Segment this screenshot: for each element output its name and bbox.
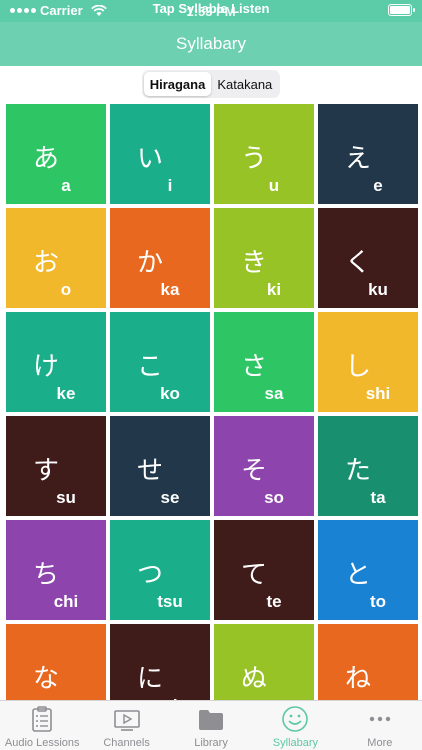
tile-kana: て [240, 560, 267, 590]
tile-kana: ぬ [240, 664, 267, 694]
folder-icon [199, 710, 224, 730]
tile-romaji: ta [370, 488, 386, 507]
tile-romaji: so [264, 488, 284, 507]
navigation-bar: Syllabary [0, 22, 422, 66]
status-center: Tap Syllable Listen 1:53 PM [0, 1, 422, 19]
syllable-tile[interactable]: つ tsu [110, 520, 210, 620]
tile-kana: し [344, 352, 371, 382]
tile-kana: う [240, 144, 267, 174]
tile-kana: た [344, 456, 371, 486]
tile-kana: い [136, 144, 163, 174]
tile-kana: お [32, 248, 59, 278]
syllable-tile[interactable]: さ sa [214, 312, 314, 412]
tile-kana: こ [136, 352, 163, 382]
tab-more[interactable]: More [338, 701, 422, 750]
tab-channels[interactable]: Channels [84, 701, 168, 750]
tile-romaji: i [167, 176, 173, 195]
tile-romaji: su [56, 488, 76, 507]
tile-kana: に [136, 664, 163, 694]
page-title: Syllabary [176, 34, 246, 53]
syllable-tile[interactable]: にni [110, 624, 210, 700]
syllable-tile[interactable]: し shi [318, 312, 418, 412]
script-segmented-control-wrap: Hiragana Katakana [0, 70, 422, 102]
tile-kana: え [344, 144, 371, 174]
tab-syllabary[interactable]: Syllabary [253, 701, 337, 750]
syllable-tile[interactable]: き ki [214, 208, 314, 308]
tile-romaji: ko [160, 384, 180, 403]
tab-library[interactable]: Library [169, 701, 253, 750]
tile-kana: く [344, 248, 371, 278]
syllable-tile[interactable]: け ke [6, 312, 106, 412]
tab-bar: Audio Lessions Channels Library Syllabar… [0, 700, 422, 750]
tile-romaji: ke [56, 384, 76, 403]
tile-romaji: chi [53, 592, 79, 611]
tile-kana: ね [344, 664, 371, 694]
tile-romaji: a [61, 176, 71, 195]
script-segmented-control: Hiragana Katakana [141, 70, 281, 98]
tile-romaji: ka [160, 280, 180, 299]
tile-kana: せ [136, 456, 163, 486]
segment-hiragana[interactable]: Hiragana [143, 72, 212, 96]
tile-kana: な [32, 664, 59, 694]
syllable-tile[interactable]: す su [6, 416, 106, 516]
tile-romaji: e [373, 176, 383, 195]
syllable-grid: あ a い i う u え e お o か ka き ki く ku け ke こ ko さ sa し shi す su せ se そ s… [0, 104, 422, 700]
syllable-tile[interactable]: て te [214, 520, 314, 620]
syllable-tile[interactable]: ぬnu [214, 624, 314, 700]
video-icon [113, 710, 140, 731]
battery-icon [388, 4, 415, 16]
tile-kana: つ [136, 560, 163, 590]
more-dots-icon [369, 716, 391, 722]
tab-label: Syllabary [272, 737, 319, 749]
tab-label: Audio Lessions [4, 737, 80, 749]
syllable-tile[interactable]: せ se [110, 416, 210, 516]
syllable-tile[interactable]: そ so [214, 416, 314, 516]
tile-kana: ち [32, 560, 59, 590]
tab-label: More [367, 737, 393, 749]
tile-romaji: ki [266, 280, 282, 299]
tile-romaji: ku [368, 280, 388, 299]
syllable-tile[interactable]: ち chi [6, 520, 106, 620]
smiley-icon [282, 706, 309, 732]
tile-romaji: te [266, 592, 282, 611]
tile-kana: す [32, 456, 59, 486]
syllable-tile[interactable]: か ka [110, 208, 210, 308]
tile-kana: け [32, 352, 59, 382]
tile-kana: か [136, 248, 163, 278]
tile-kana: さ [240, 352, 267, 382]
syllable-tile[interactable]: く ku [318, 208, 418, 308]
segment-katakana[interactable]: Katakana [211, 72, 278, 96]
tile-romaji: shi [365, 384, 391, 403]
tab-label: Library [194, 737, 228, 749]
tab-audio-lessions[interactable]: Audio Lessions [0, 701, 84, 750]
tab-label: Channels [103, 737, 150, 749]
tile-romaji: se [160, 488, 180, 507]
status-bar: Carrier Tap Syllable Listen 1:53 PM [0, 0, 422, 22]
tile-romaji: u [268, 176, 280, 195]
tile-kana: と [344, 560, 371, 590]
tile-kana: そ [240, 456, 267, 486]
syllable-tile[interactable]: おo [6, 208, 106, 308]
syllable-tile[interactable]: ねne [318, 624, 418, 700]
syllable-tile[interactable]: いi [110, 104, 210, 204]
clipboard-icon [32, 706, 53, 732]
tile-romaji: o [60, 280, 72, 299]
syllable-tile[interactable]: あa [6, 104, 106, 204]
tile-romaji: tsu [157, 592, 183, 611]
tile-romaji: sa [264, 384, 284, 403]
tile-romaji: to [369, 592, 387, 611]
status-time: 1:53 PM [186, 4, 236, 19]
syllable-tile[interactable]: た ta [318, 416, 418, 516]
syllable-tile[interactable]: うu [214, 104, 314, 204]
syllable-tile[interactable]: と to [318, 520, 418, 620]
tile-kana: き [240, 248, 267, 278]
tile-kana: あ [32, 144, 59, 174]
syllable-tile[interactable]: なna [6, 624, 106, 700]
syllable-tile[interactable]: こ ko [110, 312, 210, 412]
syllable-tile[interactable]: えe [318, 104, 418, 204]
